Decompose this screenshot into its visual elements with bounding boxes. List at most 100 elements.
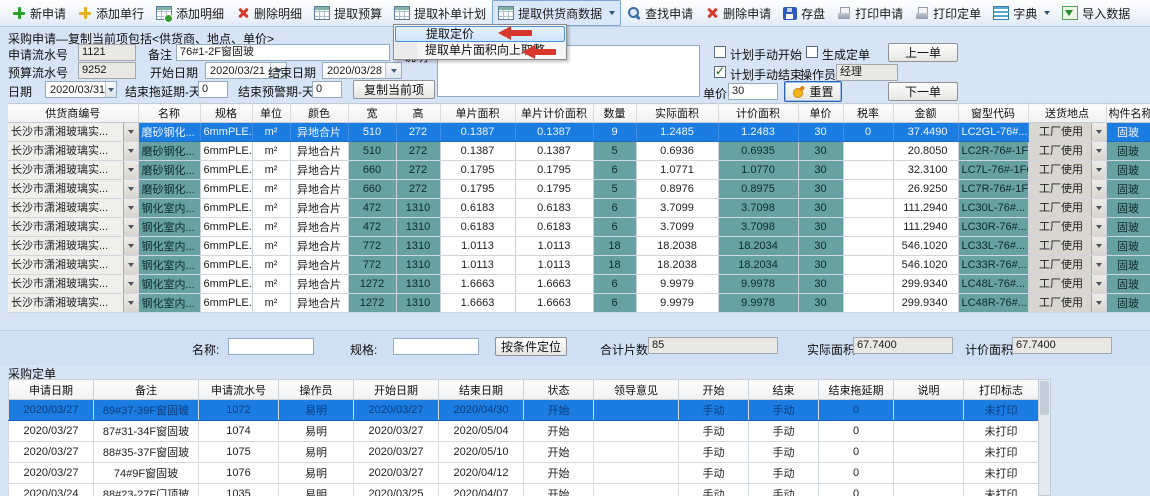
chevron-down-icon[interactable]: [1091, 294, 1106, 312]
column-header-window-code[interactable]: 窗型代码: [958, 104, 1028, 123]
toolbar-button-delete-apply[interactable]: 删除申请: [699, 0, 777, 26]
operator-field[interactable]: 经理: [836, 64, 898, 81]
scrollbar-thumb[interactable]: [1040, 381, 1049, 415]
chevron-down-icon[interactable]: [1091, 275, 1106, 293]
cell-delivery-location[interactable]: 工厂使用: [1028, 237, 1106, 256]
apply-no-field[interactable]: 1121: [78, 44, 136, 61]
chevron-down-icon[interactable]: [123, 123, 138, 141]
orders-column-header-end[interactable]: 结束: [749, 380, 819, 400]
toolbar-button-extract-supplier-data[interactable]: 提取供货商数据: [492, 0, 621, 26]
toolbar-button-print-apply[interactable]: 打印申请: [831, 0, 909, 26]
orders-column-header-start-date[interactable]: 开始日期: [354, 380, 439, 400]
column-header-spec[interactable]: 规格: [200, 104, 252, 123]
column-header-color[interactable]: 颜色: [290, 104, 348, 123]
locate-button[interactable]: 按条件定位: [495, 337, 567, 356]
chevron-down-icon[interactable]: [1091, 199, 1106, 217]
column-header-qty[interactable]: 数量: [593, 104, 636, 123]
orders-column-header-operator[interactable]: 操作员: [279, 380, 354, 400]
cell-supplier[interactable]: 长沙市潇湘玻璃实...: [8, 199, 138, 218]
column-header-unit-price[interactable]: 单价: [798, 104, 843, 123]
cell-supplier[interactable]: 长沙市潇湘玻璃实...: [8, 294, 138, 313]
cell-supplier[interactable]: 长沙市潇湘玻璃实...: [8, 256, 138, 275]
chevron-down-icon[interactable]: [1091, 256, 1106, 274]
chevron-down-icon[interactable]: [1091, 180, 1106, 198]
orders-column-header-leader-opinion[interactable]: 领导意见: [594, 380, 679, 400]
manual-end-checkbox[interactable]: [714, 66, 726, 78]
chevron-down-icon[interactable]: [123, 218, 138, 236]
manual-start-checkbox[interactable]: [714, 46, 726, 58]
cell-delivery-location[interactable]: 工厂使用: [1028, 142, 1106, 161]
cell-delivery-location[interactable]: 工厂使用: [1028, 123, 1106, 142]
chevron-down-icon[interactable]: [123, 142, 138, 160]
order-row[interactable]: 2020/03/2488#23-27F门顶玻1035易明2020/03/2520…: [9, 484, 1039, 496]
orders-column-header-print-flag[interactable]: 打印标志: [964, 380, 1039, 400]
prev-order-button[interactable]: 上一单: [888, 43, 958, 62]
toolbar-button-import-data[interactable]: 导入数据: [1056, 0, 1136, 26]
cell-delivery-location[interactable]: 工厂使用: [1028, 199, 1106, 218]
end-date-select[interactable]: 2020/03/28: [322, 62, 402, 79]
chevron-down-icon[interactable]: [123, 294, 138, 312]
cell-supplier[interactable]: 长沙市潇湘玻璃实...: [8, 123, 138, 142]
chevron-down-icon[interactable]: [123, 237, 138, 255]
orders-column-header-status[interactable]: 状态: [524, 380, 594, 400]
cell-supplier[interactable]: 长沙市潇湘玻璃实...: [8, 142, 138, 161]
cell-delivery-location[interactable]: 工厂使用: [1028, 275, 1106, 294]
next-order-button[interactable]: 下一单: [888, 82, 958, 101]
table-row[interactable]: 长沙市潇湘玻璃实...钢化室内...6mmPLE...m²异地合片7721310…: [8, 237, 1150, 256]
chevron-down-icon[interactable]: [123, 180, 138, 198]
orders-column-header-start[interactable]: 开始: [679, 380, 749, 400]
table-row[interactable]: 长沙市潇湘玻璃实...磨砂钢化...6mmPLE...m²异地合片5102720…: [8, 123, 1150, 142]
table-row[interactable]: 长沙市潇湘玻璃实...钢化室内...6mmPLE...m²异地合片1272131…: [8, 294, 1150, 313]
column-header-billing-area[interactable]: 计价面积: [718, 104, 798, 123]
delay-field[interactable]: 0: [198, 81, 228, 98]
chevron-down-icon[interactable]: [105, 82, 116, 97]
table-row[interactable]: 长沙市潇湘玻璃实...磨砂钢化...6mmPLE...m²异地合片5102720…: [8, 142, 1150, 161]
cell-supplier[interactable]: 长沙市潇湘玻璃实...: [8, 218, 138, 237]
table-row[interactable]: 长沙市潇湘玻璃实...钢化室内...6mmPLE...m²异地合片1272131…: [8, 275, 1150, 294]
orders-column-header-end-date[interactable]: 结束日期: [439, 380, 524, 400]
column-header-piece-area[interactable]: 单片面积: [440, 104, 515, 123]
toolbar-button-add-detail[interactable]: 添加明细: [150, 0, 230, 26]
chevron-down-icon[interactable]: [1091, 218, 1106, 236]
chevron-down-icon[interactable]: [1091, 237, 1106, 255]
toolbar-button-add-row[interactable]: 添加单行: [72, 0, 150, 26]
column-header-unit[interactable]: 单位: [252, 104, 290, 123]
cell-delivery-location[interactable]: 工厂使用: [1028, 256, 1106, 275]
chevron-down-icon[interactable]: [1091, 142, 1106, 160]
order-row[interactable]: 2020/03/2774#9F窗固玻1076易明2020/03/272020/0…: [9, 463, 1039, 484]
orders-column-header-apply-no[interactable]: 申请流水号: [199, 380, 279, 400]
table-row[interactable]: 长沙市潇湘玻璃实...钢化室内...6mmPLE...m²异地合片4721310…: [8, 199, 1150, 218]
chevron-down-icon[interactable]: [1091, 123, 1106, 141]
cell-supplier[interactable]: 长沙市潇湘玻璃实...: [8, 237, 138, 256]
filter-name-input[interactable]: [228, 338, 314, 355]
copy-current-button[interactable]: 复制当前项: [353, 80, 435, 99]
cell-supplier[interactable]: 长沙市潇湘玻璃实...: [8, 161, 138, 180]
orders-column-header-remark[interactable]: 备注: [94, 380, 199, 400]
order-row[interactable]: 2020/03/2788#35-37F窗固玻1075易明2020/03/2720…: [9, 442, 1039, 463]
toolbar-button-delete-detail[interactable]: 删除明细: [230, 0, 308, 26]
chevron-down-icon[interactable]: [123, 275, 138, 293]
order-row[interactable]: 2020/03/2789#37-39F窗固玻1072易明2020/03/2720…: [9, 400, 1039, 421]
filter-spec-input[interactable]: [393, 338, 479, 355]
chevron-down-icon[interactable]: [123, 161, 138, 179]
toolbar-button-save[interactable]: 存盘: [777, 0, 831, 26]
column-header-height[interactable]: 高: [396, 104, 440, 123]
orders-column-header-end-delay[interactable]: 结束拖延期: [819, 380, 894, 400]
orders-column-header-note[interactable]: 说明: [894, 380, 964, 400]
column-header-supplier[interactable]: 供货商编号: [8, 104, 138, 123]
cell-supplier[interactable]: 长沙市潇湘玻璃实...: [8, 275, 138, 294]
column-header-component-name[interactable]: 构件名称: [1106, 104, 1150, 123]
toolbar-button-new-apply[interactable]: 新申请: [6, 0, 72, 26]
cell-delivery-location[interactable]: 工厂使用: [1028, 180, 1106, 199]
column-header-delivery-location[interactable]: 送货地点: [1028, 104, 1106, 123]
gen-order-checkbox[interactable]: [806, 46, 818, 58]
cell-supplier[interactable]: 长沙市潇湘玻璃实...: [8, 180, 138, 199]
table-row[interactable]: 长沙市潇湘玻璃实...钢化室内...6mmPLE...m²异地合片7721310…: [8, 256, 1150, 275]
toolbar-button-dictionary[interactable]: 字典: [987, 0, 1056, 26]
chevron-down-icon[interactable]: [123, 199, 138, 217]
column-header-actual-area[interactable]: 实际面积: [636, 104, 718, 123]
cell-delivery-location[interactable]: 工厂使用: [1028, 161, 1106, 180]
table-row[interactable]: 长沙市潇湘玻璃实...钢化室内...6mmPLE...m²异地合片4721310…: [8, 218, 1150, 237]
column-header-name[interactable]: 名称: [138, 104, 200, 123]
toolbar-button-print-order[interactable]: 打印定单: [909, 0, 987, 26]
